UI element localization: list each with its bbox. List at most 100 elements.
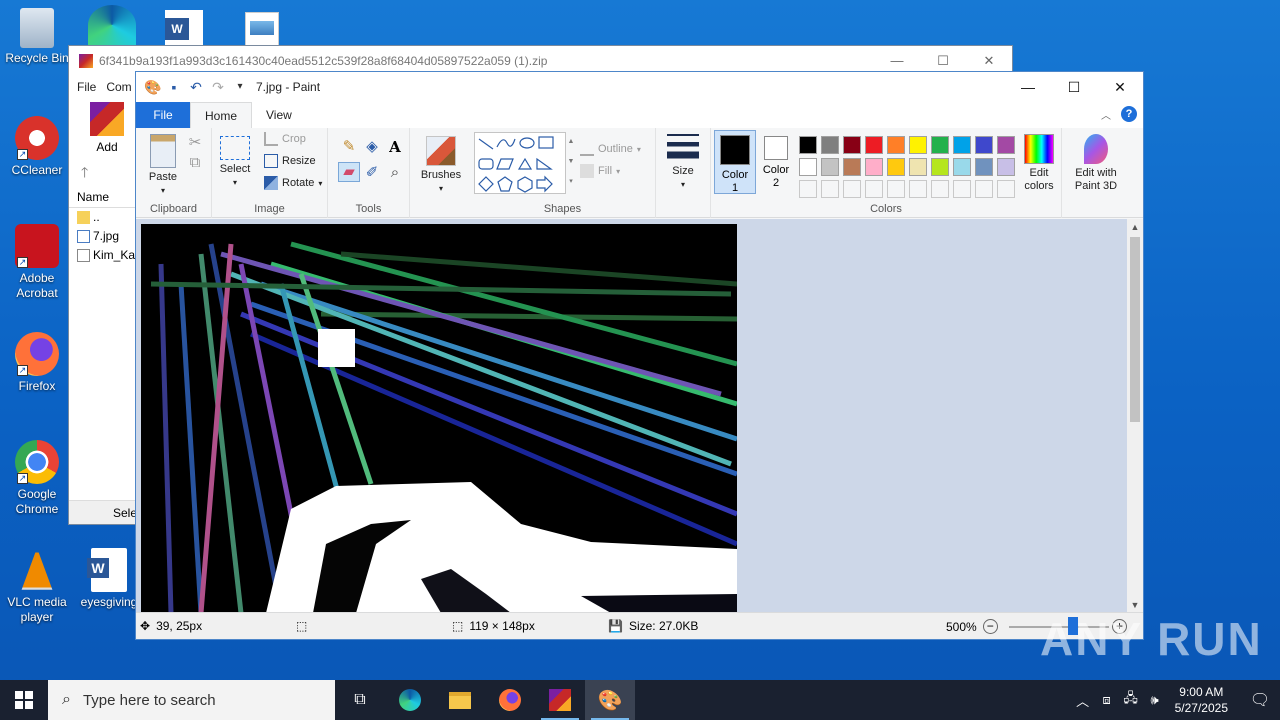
menu-file[interactable]: File [77, 80, 96, 94]
paint-titlebar[interactable]: 🎨 ▪ ↶ ↷ ▾ 7.jpg - Paint — ☐ ✕ [136, 72, 1143, 102]
collapse-ribbon-icon[interactable]: ︿ [1101, 107, 1111, 122]
palette-swatch[interactable] [931, 136, 949, 154]
palette-swatch[interactable] [887, 158, 905, 176]
palette-swatch[interactable] [997, 136, 1015, 154]
show-hidden-icons[interactable]: ︿ [1071, 691, 1095, 710]
desktop-icon-recycle-bin[interactable]: Recycle Bin [1, 8, 73, 66]
drawing-canvas[interactable] [141, 224, 737, 613]
palette-swatch[interactable] [843, 136, 861, 154]
color2-button[interactable]: Color 2 [758, 134, 794, 190]
tab-file[interactable]: File [136, 102, 190, 128]
scroll-thumb[interactable] [1130, 237, 1140, 422]
desktop-icon-firefox[interactable]: ↗ Firefox [1, 332, 73, 394]
palette-swatch[interactable] [799, 136, 817, 154]
custom-color-slot[interactable] [909, 180, 927, 198]
resize-button[interactable]: Resize [264, 154, 316, 168]
shape-outline[interactable]: Outline ▾ [580, 142, 641, 156]
list-item[interactable]: Kim_Ka [69, 246, 135, 265]
custom-color-slot[interactable] [953, 180, 971, 198]
color-picker-icon[interactable]: ✐ [363, 164, 381, 182]
text-icon[interactable]: A [386, 138, 404, 156]
palette-swatch[interactable] [865, 158, 883, 176]
palette-swatch[interactable] [953, 136, 971, 154]
custom-color-slot[interactable] [887, 180, 905, 198]
desktop-icon-acrobat[interactable]: ↗ Adobe Acrobat [1, 224, 73, 301]
custom-color-slot[interactable] [843, 180, 861, 198]
customize-qat-icon[interactable]: ▾ [232, 79, 248, 95]
desktop-icon-ccleaner[interactable]: ↗ CCleaner [1, 116, 73, 178]
custom-color-slot[interactable] [975, 180, 993, 198]
maximize-button[interactable]: ☐ [1051, 72, 1097, 102]
volume-icon[interactable]: 🕪 [1143, 692, 1167, 708]
taskbar-winrar[interactable] [535, 680, 585, 720]
palette-swatch[interactable] [909, 158, 927, 176]
color1-button[interactable]: Color 1 [714, 130, 756, 194]
image-desktop-icon[interactable] [245, 12, 279, 46]
paste-button[interactable]: Paste ▾ [146, 134, 180, 197]
tab-view[interactable]: View [252, 102, 306, 128]
close-button[interactable]: ✕ [1097, 72, 1143, 102]
minimize-button[interactable]: — [1005, 72, 1051, 102]
select-button[interactable]: Select ▾ [218, 136, 252, 189]
custom-color-slot[interactable] [865, 180, 883, 198]
palette-swatch[interactable] [865, 136, 883, 154]
vertical-scrollbar[interactable]: ▲ ▼ [1127, 219, 1143, 613]
palette-swatch[interactable] [953, 158, 971, 176]
palette-swatch[interactable] [931, 158, 949, 176]
desktop-icon-chrome[interactable]: ↗ Google Chrome [1, 440, 73, 517]
help-icon[interactable]: ? [1121, 106, 1137, 122]
redo-icon[interactable]: ↷ [210, 79, 226, 95]
tab-home[interactable]: Home [190, 102, 253, 128]
edit-paint3d-button[interactable]: Edit with Paint 3D [1066, 134, 1126, 193]
palette-swatch[interactable] [821, 158, 839, 176]
eraser-icon[interactable]: ▰ [338, 162, 360, 182]
word-desktop-icon[interactable]: W [165, 10, 203, 46]
custom-color-slot[interactable] [997, 180, 1015, 198]
network-device-icon[interactable]: ⧈ [1095, 692, 1119, 708]
palette-swatch[interactable] [821, 136, 839, 154]
menu-commands[interactable]: Com [106, 80, 131, 94]
edge-desktop-icon[interactable] [88, 5, 136, 45]
rotate-button[interactable]: Rotate ▾ [264, 176, 322, 190]
up-folder-icon[interactable]: 🡑 [81, 162, 97, 180]
save-icon[interactable]: ▪ [166, 79, 182, 95]
notification-center-button[interactable]: 🗨 [1240, 680, 1280, 720]
desktop-icon-vlc[interactable]: VLC media player [1, 548, 73, 625]
shape-fill[interactable]: Fill ▾ [580, 164, 620, 178]
column-header-name[interactable]: Name [69, 186, 135, 208]
undo-icon[interactable]: ↶ [188, 79, 204, 95]
crop-button[interactable]: Crop [264, 132, 306, 146]
size-button[interactable]: Size ▾ [664, 134, 702, 191]
shapes-gallery[interactable] [474, 132, 566, 194]
palette-swatch[interactable] [843, 158, 861, 176]
palette-swatch[interactable] [975, 136, 993, 154]
add-button[interactable]: Add [87, 102, 127, 154]
taskbar-edge[interactable] [385, 680, 435, 720]
zoom-out-icon[interactable]: − [982, 619, 998, 634]
custom-color-slot[interactable] [821, 180, 839, 198]
copy-icon[interactable]: ⧉ [186, 154, 204, 172]
shapes-scroll[interactable]: ▲ ▼ ▾ [566, 132, 576, 194]
taskbar-firefox[interactable] [485, 680, 535, 720]
custom-color-slot[interactable] [799, 180, 817, 198]
palette-swatch[interactable] [799, 158, 817, 176]
palette-swatch[interactable] [909, 136, 927, 154]
cut-icon[interactable]: ✂ [186, 134, 204, 152]
taskbar-paint[interactable]: 🎨 [585, 680, 635, 720]
magnifier-icon[interactable]: ⌕ [386, 164, 404, 182]
fill-bucket-icon[interactable]: ◈ [363, 138, 381, 156]
scroll-down-arrow[interactable]: ▼ [1127, 597, 1143, 613]
list-item[interactable]: .. [69, 208, 135, 227]
start-button[interactable] [0, 680, 48, 720]
palette-swatch[interactable] [997, 158, 1015, 176]
paint-window[interactable]: 🎨 ▪ ↶ ↷ ▾ 7.jpg - Paint — ☐ ✕ File Home … [135, 71, 1144, 640]
canvas-workarea[interactable] [136, 219, 1128, 613]
brushes-button[interactable]: Brushes ▾ [418, 136, 464, 195]
taskbar-file-explorer[interactable] [435, 680, 485, 720]
taskbar-search-box[interactable]: ⌕ Type here to search [48, 680, 335, 720]
task-view-button[interactable]: ⧉ [335, 680, 385, 720]
network-icon[interactable]: 🖧 [1119, 689, 1143, 711]
pencil-icon[interactable]: ✎ [340, 138, 358, 156]
custom-color-slot[interactable] [931, 180, 949, 198]
clock[interactable]: 9:00 AM 5/27/2025 [1175, 684, 1228, 716]
